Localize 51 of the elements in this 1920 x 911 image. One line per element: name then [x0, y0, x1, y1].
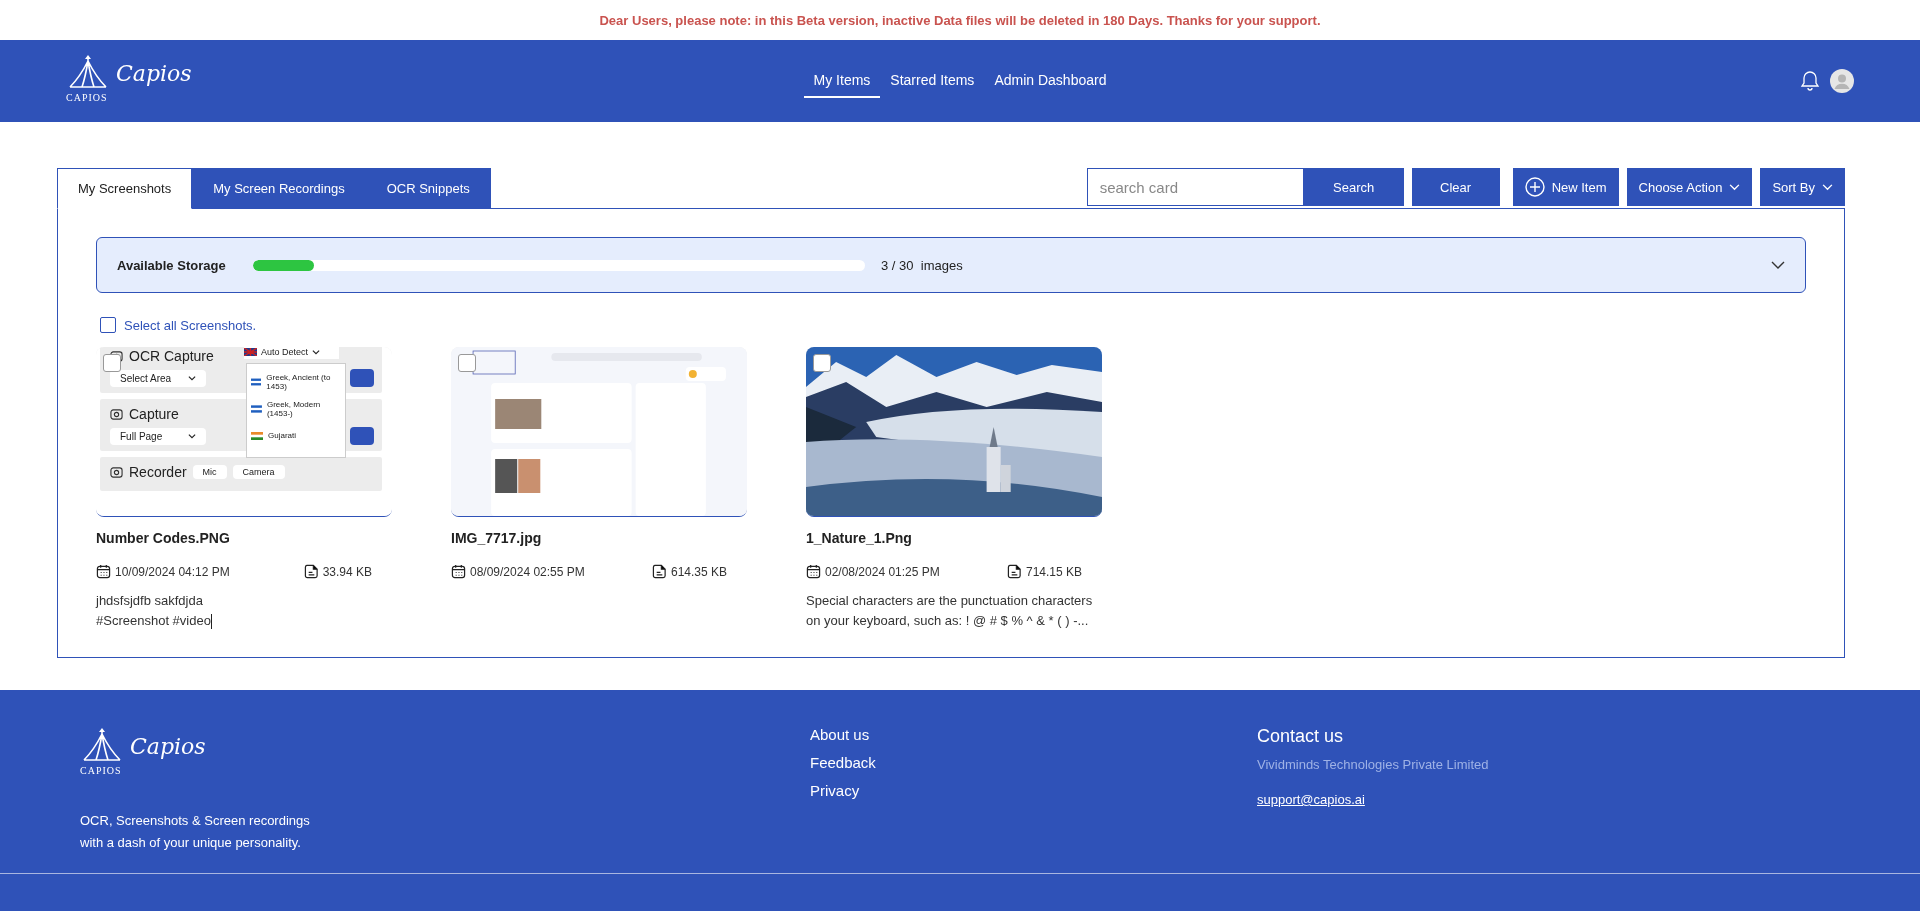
date-text: 10/09/2024 04:12 PM — [115, 564, 230, 579]
tab[interactable]: My Screenshots — [57, 168, 193, 209]
footer-link[interactable]: About us — [810, 726, 1257, 743]
storage-label: Available Storage — [117, 257, 227, 273]
file-name[interactable]: 1_Nature_1.Png — [806, 530, 1102, 546]
dropdown-button[interactable]: Sort By — [1760, 168, 1845, 206]
tab[interactable]: My Screen Recordings — [192, 168, 366, 209]
footer-link[interactable]: Privacy — [810, 782, 1257, 799]
footer-link[interactable]: Feedback — [810, 754, 1257, 771]
contact-heading: Contact us — [1257, 726, 1345, 747]
file-size: 33.94 KB — [322, 564, 372, 579]
mic-select: Mic — [192, 465, 227, 479]
tag-field[interactable]: #Screenshot #video — [96, 611, 396, 631]
nav-link[interactable]: Starred Items — [880, 64, 985, 98]
camera-select: Camera — [232, 465, 285, 479]
card-description: jhdsfsjdfb sakfdjda — [96, 592, 204, 610]
section-title: OCR Capture — [129, 348, 214, 364]
action-button[interactable]: New Item — [1512, 168, 1619, 206]
language-option: Greek, Modern (1453-) — [266, 399, 341, 418]
select-all-label[interactable]: Select all Screenshots. — [124, 317, 257, 333]
file-size: 614.35 KB — [670, 564, 727, 579]
tab[interactable]: OCR Snippets — [365, 168, 491, 209]
logo-caption: CAPIOS — [80, 765, 122, 776]
logo-wordmark: Capios — [130, 734, 206, 759]
file-name[interactable]: Number Codes.PNG — [96, 530, 392, 546]
logo-caption: CAPIOS — [66, 92, 108, 103]
file-name[interactable]: IMG_7717.jpg — [451, 530, 747, 546]
logo-wordmark: Capios — [116, 61, 192, 86]
action-button[interactable]: Clear — [1411, 168, 1500, 206]
language-label: Auto Detect — [261, 347, 309, 357]
mode-label: Full Page — [120, 430, 163, 442]
app-preview[interactable]: OCR Capture Auto Detect Select Area Greek, Ancient (to 1453) Greek, Modern (1453-) Gujarati Capture Full Page Recorder Mic Camera — [96, 347, 392, 516]
dropdown-button[interactable]: Choose Action — [1626, 168, 1753, 206]
language-option: Gujarati — [268, 431, 296, 440]
search-field[interactable]: search card — [1086, 168, 1304, 206]
date-text: 08/09/2024 02:55 PM — [470, 564, 585, 579]
nav-link[interactable]: My Items — [803, 64, 881, 98]
tagline: OCR, Screenshots & Screen recordings with a dash of your unique personality. — [80, 812, 311, 852]
company-name: Vividminds Technologies Private Limited — [1257, 757, 1489, 772]
mode-label: Select Area — [120, 372, 172, 384]
nav-link[interactable]: Admin Dashboard — [984, 64, 1117, 98]
action-button[interactable]: Search — [1303, 168, 1404, 206]
section-title: Capture — [129, 406, 179, 422]
section-title: Recorder — [129, 464, 187, 480]
email-link[interactable]: support@capios.ai — [1257, 792, 1489, 807]
notice-text: Dear Users, please note: in this Beta version, inactive Data files will be deleted in 180 Days. Thanks for your support. — [599, 12, 1321, 28]
card-description: Special characters are the punctuation characters on your keyboard, such as: ! @ # $ % ^ & * ( ) -... — [806, 592, 1094, 630]
storage-reading: 3 / 30 images — [881, 257, 963, 273]
date-text: 02/08/2024 01:25 PM — [825, 564, 940, 579]
language-option: Greek, Ancient (to 1453) — [266, 372, 341, 391]
file-size: 714.15 KB — [1025, 564, 1082, 579]
